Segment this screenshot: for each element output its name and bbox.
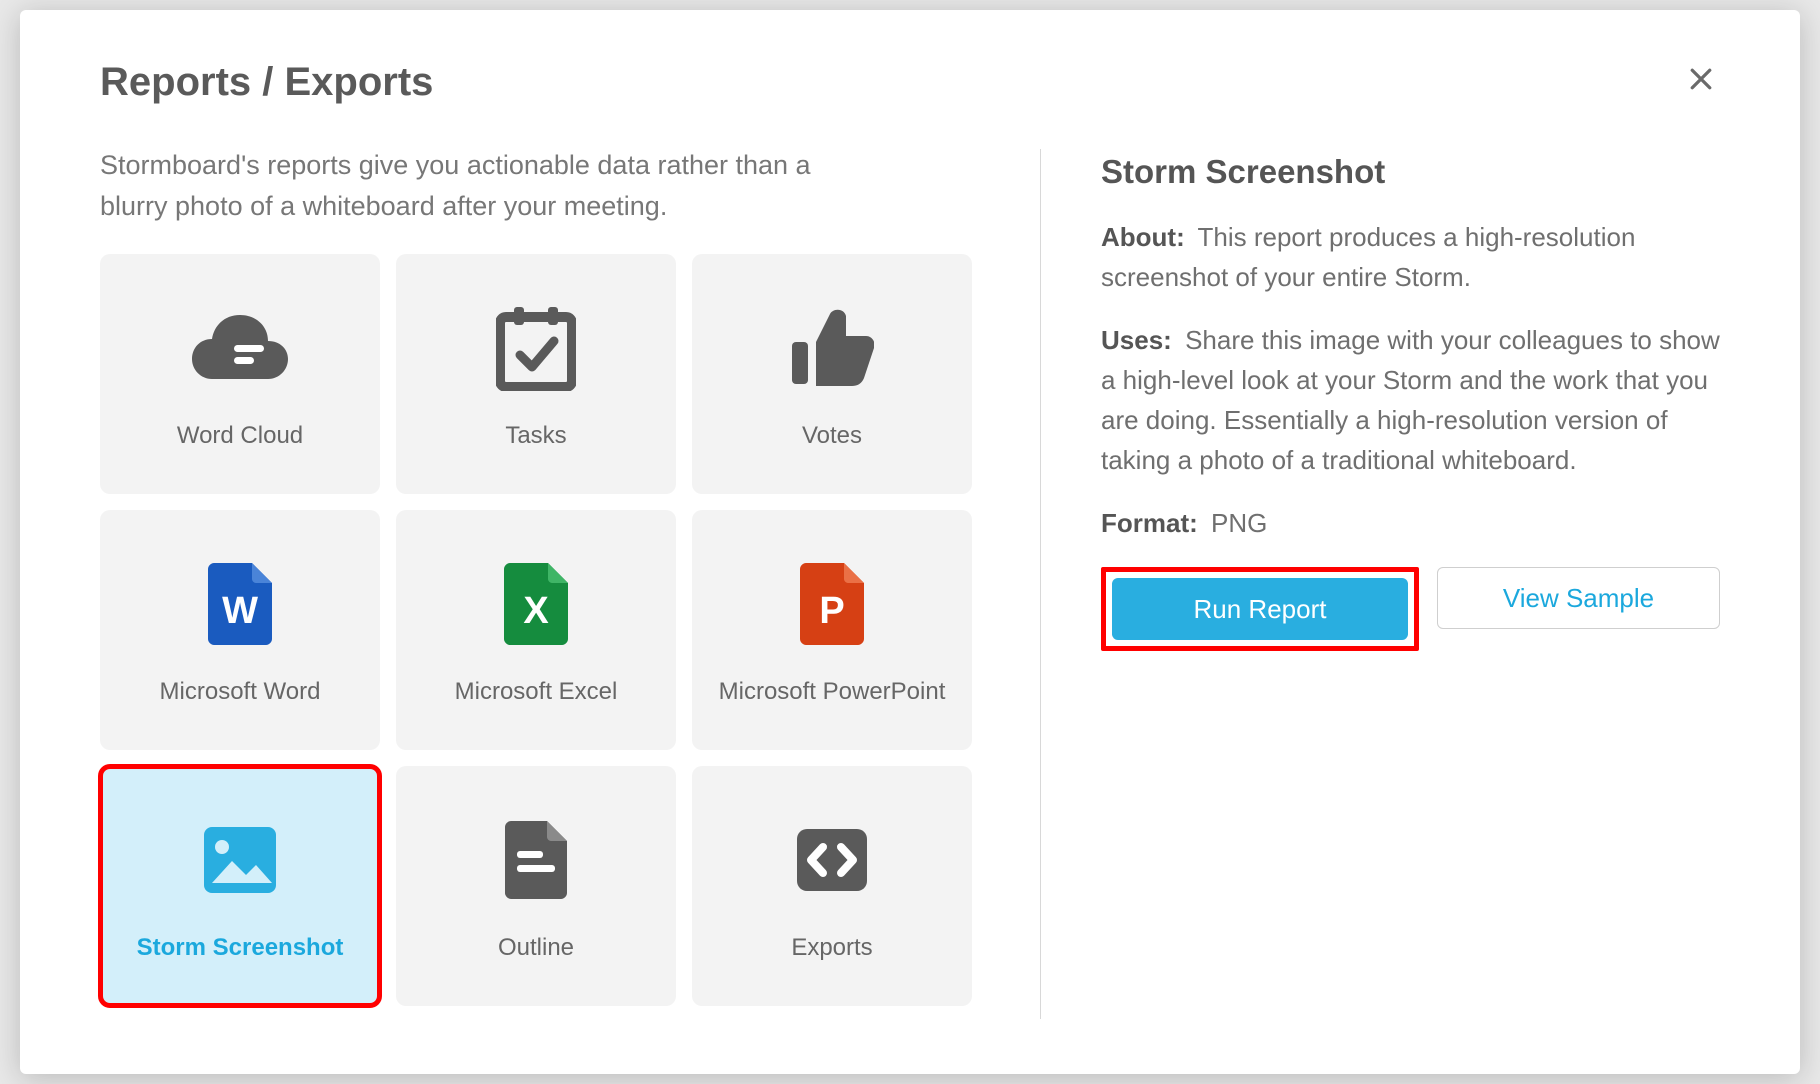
tile-tasks[interactable]: Tasks <box>396 254 676 494</box>
svg-text:W: W <box>222 590 258 632</box>
run-report-button[interactable]: Run Report <box>1112 578 1408 640</box>
run-report-highlight: Run Report <box>1101 567 1419 651</box>
tile-exports[interactable]: Exports <box>692 766 972 1006</box>
modal-header: Reports / Exports <box>100 60 1720 105</box>
detail-about: About: This report produces a high-resol… <box>1101 217 1720 298</box>
tile-outline[interactable]: Outline <box>396 766 676 1006</box>
tile-label: Exports <box>791 934 872 962</box>
tile-word-cloud[interactable]: Word Cloud <box>100 254 380 494</box>
svg-text:X: X <box>523 590 549 632</box>
tile-label: Word Cloud <box>177 422 303 450</box>
report-options-pane: Stormboard's reports give you actionable… <box>100 145 980 1034</box>
tile-votes[interactable]: Votes <box>692 254 972 494</box>
tile-label: Microsoft Word <box>160 678 321 706</box>
code-icon <box>795 810 869 910</box>
detail-format: Format: PNG <box>1101 503 1720 543</box>
tile-label: Votes <box>802 422 862 450</box>
tile-label: Microsoft Excel <box>455 678 618 706</box>
detail-title: Storm Screenshot <box>1101 153 1720 191</box>
svg-text:P: P <box>819 590 844 632</box>
tile-microsoft-word[interactable]: W Microsoft Word <box>100 510 380 750</box>
close-icon <box>1686 64 1716 94</box>
modal-title: Reports / Exports <box>100 60 433 105</box>
tile-microsoft-excel[interactable]: X Microsoft Excel <box>396 510 676 750</box>
image-icon <box>202 810 278 910</box>
uses-label: Uses: <box>1101 325 1172 355</box>
tile-storm-screenshot[interactable]: Storm Screenshot <box>100 766 380 1006</box>
tile-label: Microsoft PowerPoint <box>719 678 946 706</box>
about-label: About: <box>1101 222 1185 252</box>
format-label: Format: <box>1101 508 1198 538</box>
intro-text: Stormboard's reports give you actionable… <box>100 145 870 226</box>
close-button[interactable] <box>1682 60 1720 98</box>
excel-file-icon: X <box>504 554 568 654</box>
tile-label: Tasks <box>505 422 566 450</box>
view-sample-button[interactable]: View Sample <box>1437 567 1720 629</box>
cloud-icon <box>192 298 288 398</box>
reports-exports-modal: Reports / Exports Stormboard's reports g… <box>20 10 1800 1074</box>
detail-uses: Uses: Share this image with your colleag… <box>1101 320 1720 481</box>
report-detail-pane: Storm Screenshot About: This report prod… <box>1101 145 1720 1034</box>
tile-label: Outline <box>498 934 574 962</box>
format-value: PNG <box>1211 508 1267 538</box>
tile-label: Storm Screenshot <box>137 934 344 962</box>
word-file-icon: W <box>208 554 272 654</box>
powerpoint-file-icon: P <box>800 554 864 654</box>
tile-microsoft-powerpoint[interactable]: P Microsoft PowerPoint <box>692 510 972 750</box>
thumbs-up-icon <box>790 298 874 398</box>
uses-text: Share this image with your colleagues to… <box>1101 325 1720 476</box>
calendar-check-icon <box>496 298 576 398</box>
report-tile-grid: Word Cloud Tasks Votes W <box>100 254 980 1006</box>
vertical-divider <box>1040 149 1041 1019</box>
document-icon <box>505 810 567 910</box>
